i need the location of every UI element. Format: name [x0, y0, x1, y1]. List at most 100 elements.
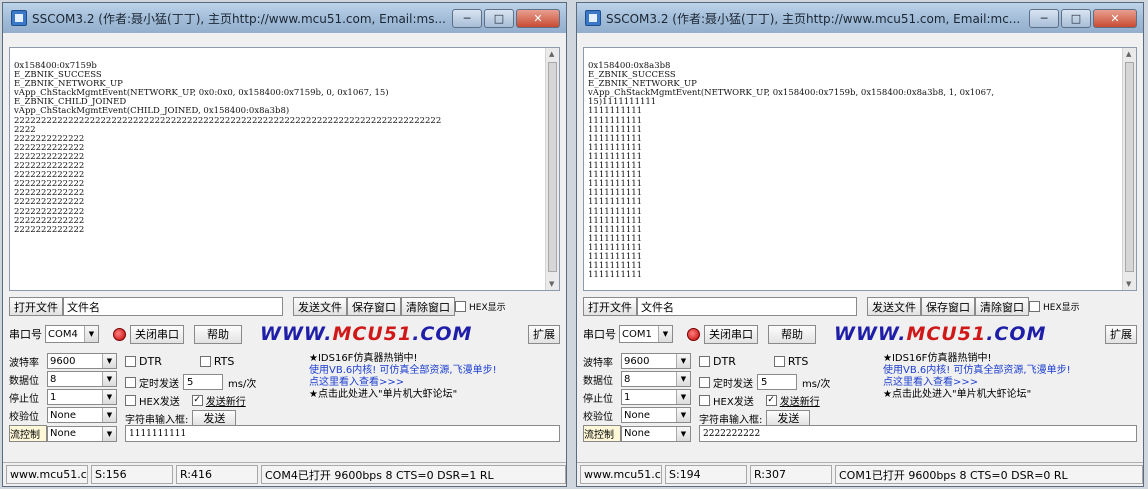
baud-select[interactable]: 9600 ▼	[621, 353, 691, 369]
hex-send-checkbox[interactable]: HEX发送	[125, 393, 180, 408]
ad-line-1: ★IDS16F仿真器热销中!	[309, 353, 418, 364]
maximize-button[interactable]: □	[484, 8, 514, 28]
port-select[interactable]: COM4 ▼	[45, 325, 99, 343]
parity-select[interactable]: None ▼	[621, 407, 691, 423]
scroll-thumb[interactable]	[1125, 62, 1134, 272]
send-input[interactable]: 1111111111	[125, 425, 560, 442]
ad-line-2[interactable]: 使用VB.6内核! 可仿真全部资源,飞漫单步!	[309, 365, 497, 377]
chevron-down-icon: ▼	[676, 372, 690, 386]
dtr-checkbox[interactable]: DTR	[125, 355, 162, 368]
receive-scrollbar[interactable]: ▲ ▼	[545, 48, 559, 290]
scroll-up-icon[interactable]: ▲	[549, 50, 554, 58]
save-window-button[interactable]: 保存窗口	[347, 297, 401, 316]
clear-window-button[interactable]: 清除窗口	[401, 297, 455, 316]
send-file-button[interactable]: 发送文件	[867, 297, 921, 316]
minimize-button[interactable]: ─	[1029, 8, 1059, 28]
ad-line-4[interactable]: ★点击此处进入"单片机大虾论坛"	[309, 389, 497, 401]
databits-select[interactable]: 8 ▼	[47, 371, 117, 387]
open-file-button[interactable]: 打开文件	[583, 297, 637, 316]
send-newline-checkbox[interactable]: ✓ 发送新行	[765, 393, 820, 408]
flow-select[interactable]: None ▼	[621, 425, 691, 442]
status-site[interactable]: www.mcu51.cor	[6, 465, 88, 484]
status-site[interactable]: www.mcu51.cor	[580, 465, 662, 484]
baud-select[interactable]: 9600 ▼	[47, 353, 117, 369]
status-received: R:416	[176, 465, 258, 484]
file-toolbar: 打开文件 文件名 发送文件 保存窗口 清除窗口 HEX显示	[583, 297, 1137, 316]
port-status-lamp-icon	[687, 327, 700, 341]
interval-input[interactable]: 5	[183, 374, 223, 390]
filename-field[interactable]: 文件名	[637, 297, 857, 316]
send-file-button[interactable]: 发送文件	[293, 297, 347, 316]
stopbits-select[interactable]: 1 ▼	[621, 389, 691, 405]
maximize-button[interactable]: □	[1061, 8, 1091, 28]
help-button[interactable]: 帮助	[768, 324, 816, 344]
flow-select[interactable]: None ▼	[47, 425, 117, 442]
receive-area[interactable]: 0x158400:0x8a3b8 E_ZBNIK_SUCCESS E_ZBNIK…	[583, 47, 1137, 291]
hex-display-checkbox[interactable]: HEX显示	[1029, 300, 1080, 313]
send-button[interactable]: 发送	[766, 410, 811, 426]
minimize-icon: ─	[463, 11, 471, 25]
minimize-icon: ─	[1040, 11, 1048, 25]
close-port-button[interactable]: 关闭串口	[704, 324, 758, 344]
receive-text: 0x158400:0x7159b E_ZBNIK_SUCCESS E_ZBNIK…	[14, 61, 442, 235]
close-button[interactable]: ✕	[516, 8, 560, 28]
title-bar[interactable]: SSCOM3.2 (作者:聂小猛(丁丁), 主页http://www.mcu51…	[3, 3, 566, 33]
interval-input[interactable]: 5	[757, 374, 797, 390]
brand-link[interactable]: WWW.MCU51.COM	[834, 323, 1046, 345]
serial-port-app-icon	[585, 10, 601, 26]
chevron-down-icon: ▼	[102, 390, 116, 404]
open-file-button[interactable]: 打开文件	[9, 297, 63, 316]
brand-link[interactable]: WWW.MCU51.COM	[260, 323, 472, 345]
ad-panel: ★IDS16F仿真器热销中! 使用VB.6内核! 可仿真全部资源,飞漫单步! 点…	[309, 353, 497, 401]
serial-port-app-icon	[11, 10, 27, 26]
save-window-button[interactable]: 保存窗口	[921, 297, 975, 316]
ad-line-2[interactable]: 使用VB.6内核! 可仿真全部资源,飞漫单步!	[883, 365, 1071, 377]
clear-window-button[interactable]: 清除窗口	[975, 297, 1029, 316]
chevron-down-icon: ▼	[676, 354, 690, 368]
window-title: SSCOM3.2 (作者:聂小猛(丁丁), 主页http://www.mcu51…	[606, 11, 1021, 26]
help-button[interactable]: 帮助	[194, 324, 242, 344]
close-button[interactable]: ✕	[1093, 8, 1137, 28]
ad-line-3[interactable]: 点这里看入查看>>>	[309, 377, 497, 389]
sscom-window-right: SSCOM3.2 (作者:聂小猛(丁丁), 主页http://www.mcu51…	[576, 2, 1144, 487]
hex-display-checkbox[interactable]: HEX显示	[455, 300, 506, 313]
stopbits-select[interactable]: 1 ▼	[47, 389, 117, 405]
scroll-up-icon[interactable]: ▲	[1126, 50, 1131, 58]
send-input[interactable]: 2222222222	[699, 425, 1137, 442]
expand-button[interactable]: 扩展	[1105, 324, 1137, 344]
chevron-down-icon: ▼	[676, 390, 690, 404]
dtr-checkbox[interactable]: DTR	[699, 355, 736, 368]
close-port-button[interactable]: 关闭串口	[130, 324, 184, 344]
chevron-down-icon: ▼	[84, 326, 98, 342]
flow-label: 流控制	[9, 425, 47, 442]
chevron-down-icon: ▼	[102, 372, 116, 386]
receive-area[interactable]: 0x158400:0x7159b E_ZBNIK_SUCCESS E_ZBNIK…	[9, 47, 560, 291]
databits-select[interactable]: 8 ▼	[621, 371, 691, 387]
scroll-thumb[interactable]	[548, 62, 557, 272]
chevron-down-icon: ▼	[102, 426, 116, 441]
minimize-button[interactable]: ─	[452, 8, 482, 28]
timed-send-checkbox[interactable]: 定时发送	[699, 375, 753, 390]
port-select[interactable]: COM1 ▼	[619, 325, 673, 343]
scroll-down-icon[interactable]: ▼	[1126, 280, 1131, 288]
stopbits-label: 停止位	[583, 393, 613, 405]
title-bar[interactable]: SSCOM3.2 (作者:聂小猛(丁丁), 主页http://www.mcu51…	[577, 3, 1143, 33]
ad-line-3[interactable]: 点这里看入查看>>>	[883, 377, 1071, 389]
input-label: 字符串输入框:	[125, 414, 189, 426]
ad-line-1: ★IDS16F仿真器热销中!	[883, 353, 992, 364]
expand-button[interactable]: 扩展	[528, 324, 560, 344]
rts-checkbox[interactable]: RTS	[773, 355, 808, 368]
ad-line-4[interactable]: ★点击此处进入"单片机大虾论坛"	[883, 389, 1071, 401]
scroll-down-icon[interactable]: ▼	[549, 280, 554, 288]
input-label: 字符串输入框:	[699, 414, 763, 426]
parity-label: 校验位	[583, 411, 613, 423]
status-port: COM1已打开 9600bps 8 CTS=0 DSR=0 RL	[835, 465, 1143, 484]
hex-send-checkbox[interactable]: HEX发送	[699, 393, 754, 408]
send-newline-checkbox[interactable]: ✓ 发送新行	[191, 393, 246, 408]
rts-checkbox[interactable]: RTS	[199, 355, 234, 368]
filename-field[interactable]: 文件名	[63, 297, 283, 316]
timed-send-checkbox[interactable]: 定时发送	[125, 375, 179, 390]
receive-scrollbar[interactable]: ▲ ▼	[1122, 48, 1136, 290]
parity-select[interactable]: None ▼	[47, 407, 117, 423]
send-button[interactable]: 发送	[192, 410, 237, 426]
